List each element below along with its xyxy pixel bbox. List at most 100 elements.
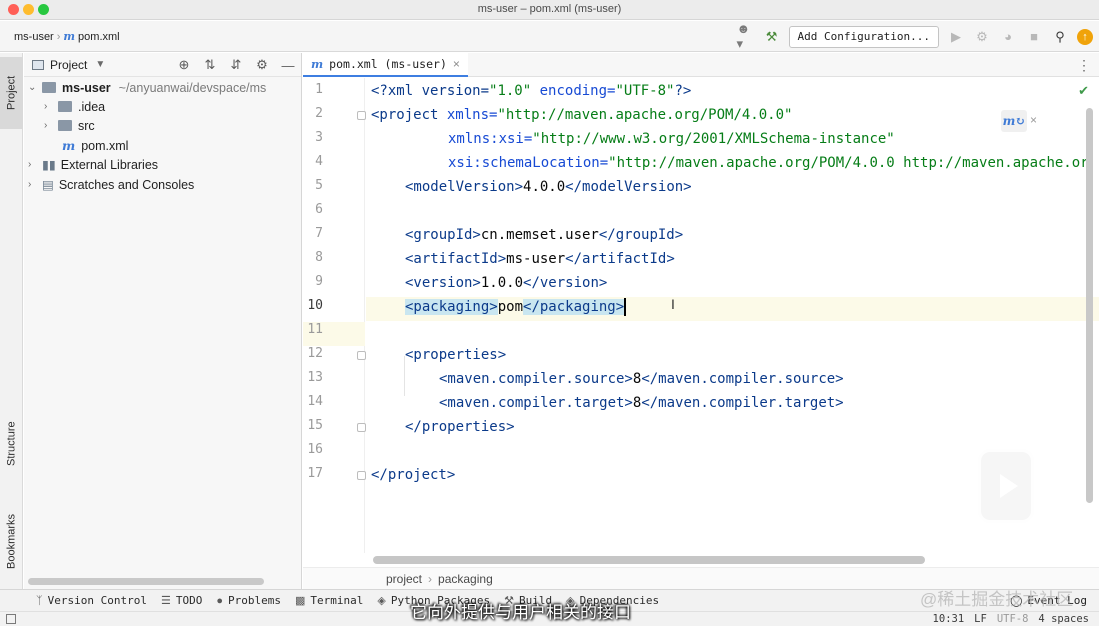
code-line-7: <groupId>cn.memset.user</groupId> — [405, 227, 684, 243]
tree-item-external-libraries[interactable]: › ▮▮ External Libraries — [28, 155, 158, 174]
line-number: 1 — [315, 82, 323, 97]
editor-tab-label: pom.xml (ms-user) — [329, 57, 447, 71]
more-vertical-icon[interactable]: ⋮ — [1077, 57, 1091, 74]
text-caret — [624, 298, 627, 316]
fold-marker-icon[interactable] — [357, 111, 366, 120]
line-number: 10 — [307, 298, 323, 313]
code-line-1: <?xml version="1.0" encoding="UTF-8"?> — [371, 83, 692, 99]
tool-tab-structure[interactable]: Structure — [0, 405, 23, 483]
tool-tab-bookmarks[interactable]: Bookmarks — [0, 501, 23, 581]
maven-reload-button[interactable]: m↻ — [1001, 110, 1027, 132]
indent-guide — [404, 356, 405, 396]
problems-icon: ● — [216, 594, 223, 607]
nav-breadcrumb: ms-user › m pom.xml — [14, 30, 120, 43]
tree-item-label: Scratches and Consoles — [58, 177, 195, 192]
chevron-down-icon[interactable]: ▼ — [95, 59, 105, 70]
code-line-12: <properties> — [405, 347, 507, 363]
locate-file-icon[interactable]: ⊕ — [175, 56, 193, 74]
settings-gear-icon[interactable]: ⚙ — [253, 56, 271, 74]
stop-icon[interactable]: ■ — [1025, 28, 1043, 46]
fold-marker-icon[interactable] — [357, 423, 366, 432]
tree-item-label: .idea — [78, 99, 106, 114]
tree-item-idea[interactable]: › .idea — [44, 97, 105, 116]
nav-file-crumb[interactable]: pom.xml — [78, 31, 120, 43]
tree-item-root[interactable]: ⌄ ms-user ~/anyuanwai/devspace/ms — [28, 78, 266, 97]
fold-marker-icon[interactable] — [357, 351, 366, 360]
nav-project-crumb[interactable]: ms-user — [14, 31, 54, 43]
fold-marker-icon[interactable] — [357, 471, 366, 480]
search-icon[interactable]: ⚲ — [1051, 28, 1069, 46]
tree-item-label: pom.xml — [81, 138, 129, 153]
project-view-icon — [32, 59, 44, 70]
build-hammer-icon[interactable]: ⚒ — [763, 28, 781, 46]
line-number: 13 — [307, 370, 323, 385]
tree-item-label: External Libraries — [60, 157, 159, 172]
line-number: 8 — [315, 250, 323, 265]
line-separator[interactable]: LF — [974, 613, 987, 625]
chevron-down-icon[interactable]: ⌄ — [28, 82, 42, 93]
tool-terminal[interactable]: ▩ Terminal — [295, 594, 363, 607]
tree-root-path: ~/anyuanwai/devspace/ms — [118, 80, 267, 95]
user-account-icon[interactable]: ☻▾ — [737, 21, 755, 51]
update-notification-icon[interactable]: ↑ — [1077, 28, 1093, 45]
close-icon[interactable]: × — [1030, 113, 1037, 127]
line-number-gutter: 1 2 3 4 5 6 7 8 9 10 11 12 13 14 15 16 17 — [303, 78, 366, 553]
window-title: ms-user – pom.xml (ms-user) — [477, 3, 622, 15]
maven-file-icon: m — [62, 138, 76, 153]
coverage-icon[interactable]: ◕ — [999, 28, 1017, 46]
code-line-2: <project xmlns="http://maven.apache.org/… — [371, 107, 793, 123]
line-number: 2 — [315, 106, 323, 121]
file-encoding[interactable]: UTF-8 — [997, 613, 1029, 625]
code-line-13: <maven.compiler.source>8</maven.compiler… — [439, 371, 844, 387]
code-line-10: <packaging>pom</packaging> — [405, 298, 627, 316]
line-number: 6 — [315, 202, 323, 217]
tool-version-control[interactable]: ᛉ Version Control — [36, 594, 147, 607]
line-number: 14 — [307, 394, 323, 409]
breadcrumb-project[interactable]: project — [386, 572, 422, 586]
maven-file-icon: m — [311, 57, 324, 71]
editor-tab-pom[interactable]: m pom.xml (ms-user) × — [303, 53, 468, 77]
horizontal-scrollbar[interactable] — [28, 578, 264, 585]
line-number: 5 — [315, 178, 323, 193]
tree-item-pom[interactable]: m pom.xml — [62, 136, 128, 155]
expand-all-icon[interactable]: ⇅ — [201, 56, 219, 74]
editor-tab-bar: m pom.xml (ms-user) × ⋮ — [303, 53, 1099, 77]
add-configuration-button[interactable]: Add Configuration... — [788, 25, 939, 48]
module-folder-icon — [42, 82, 56, 93]
vertical-scrollbar[interactable] — [1086, 108, 1093, 503]
video-play-icon[interactable] — [978, 449, 1034, 523]
breadcrumb-packaging[interactable]: packaging — [438, 572, 493, 586]
run-icon[interactable]: ▶ — [947, 28, 965, 46]
line-number: 11 — [307, 322, 323, 337]
debug-icon[interactable]: ⚙ — [973, 28, 991, 46]
tool-tab-project[interactable]: Project — [0, 57, 23, 129]
horizontal-scrollbar[interactable] — [373, 556, 925, 564]
chevron-right-icon[interactable]: › — [44, 120, 58, 131]
collapse-all-icon[interactable]: ⇵ — [227, 56, 245, 74]
text-cursor-icon: I — [671, 296, 675, 312]
toggle-tool-windows-icon[interactable] — [6, 614, 16, 624]
tool-todo[interactable]: ☰ TODO — [161, 594, 202, 607]
indent-setting[interactable]: 4 spaces — [1038, 613, 1089, 625]
chevron-right-icon[interactable]: › — [28, 159, 42, 170]
caret-position[interactable]: 10:31 — [933, 613, 965, 625]
chevron-right-icon[interactable]: › — [44, 101, 58, 112]
code-line-14: <maven.compiler.target>8</maven.compiler… — [439, 395, 844, 411]
inspection-ok-icon[interactable]: ✔ — [1078, 83, 1089, 99]
watermark: @稀土掘金技术社区 — [920, 590, 1074, 609]
line-number: 4 — [315, 154, 323, 169]
tree-item-label: src — [78, 118, 95, 133]
folder-icon — [58, 120, 72, 131]
close-icon[interactable]: × — [453, 57, 460, 71]
tree-item-scratches[interactable]: › ▤ Scratches and Consoles — [28, 175, 194, 194]
code-line-3: xmlns:xsi="http://www.w3.org/2001/XMLSch… — [448, 131, 895, 147]
chevron-right-icon[interactable]: › — [28, 179, 42, 190]
project-view-selector[interactable]: Project — [50, 58, 87, 72]
tool-problems[interactable]: ● Problems — [216, 594, 281, 607]
code-line-8: <artifactId>ms-user</artifactId> — [405, 251, 675, 267]
hide-panel-icon[interactable]: — — [279, 56, 297, 74]
editor-area: m pom.xml (ms-user) × ⋮ 1 2 3 4 5 6 7 8 9 10 11 12 1… — [303, 53, 1099, 589]
tree-item-src[interactable]: › src — [44, 116, 95, 135]
navigation-bar: ms-user › m pom.xml ☻▾ ⚒ Add Configurati… — [0, 21, 1099, 52]
library-icon: ▮▮ — [42, 158, 56, 172]
